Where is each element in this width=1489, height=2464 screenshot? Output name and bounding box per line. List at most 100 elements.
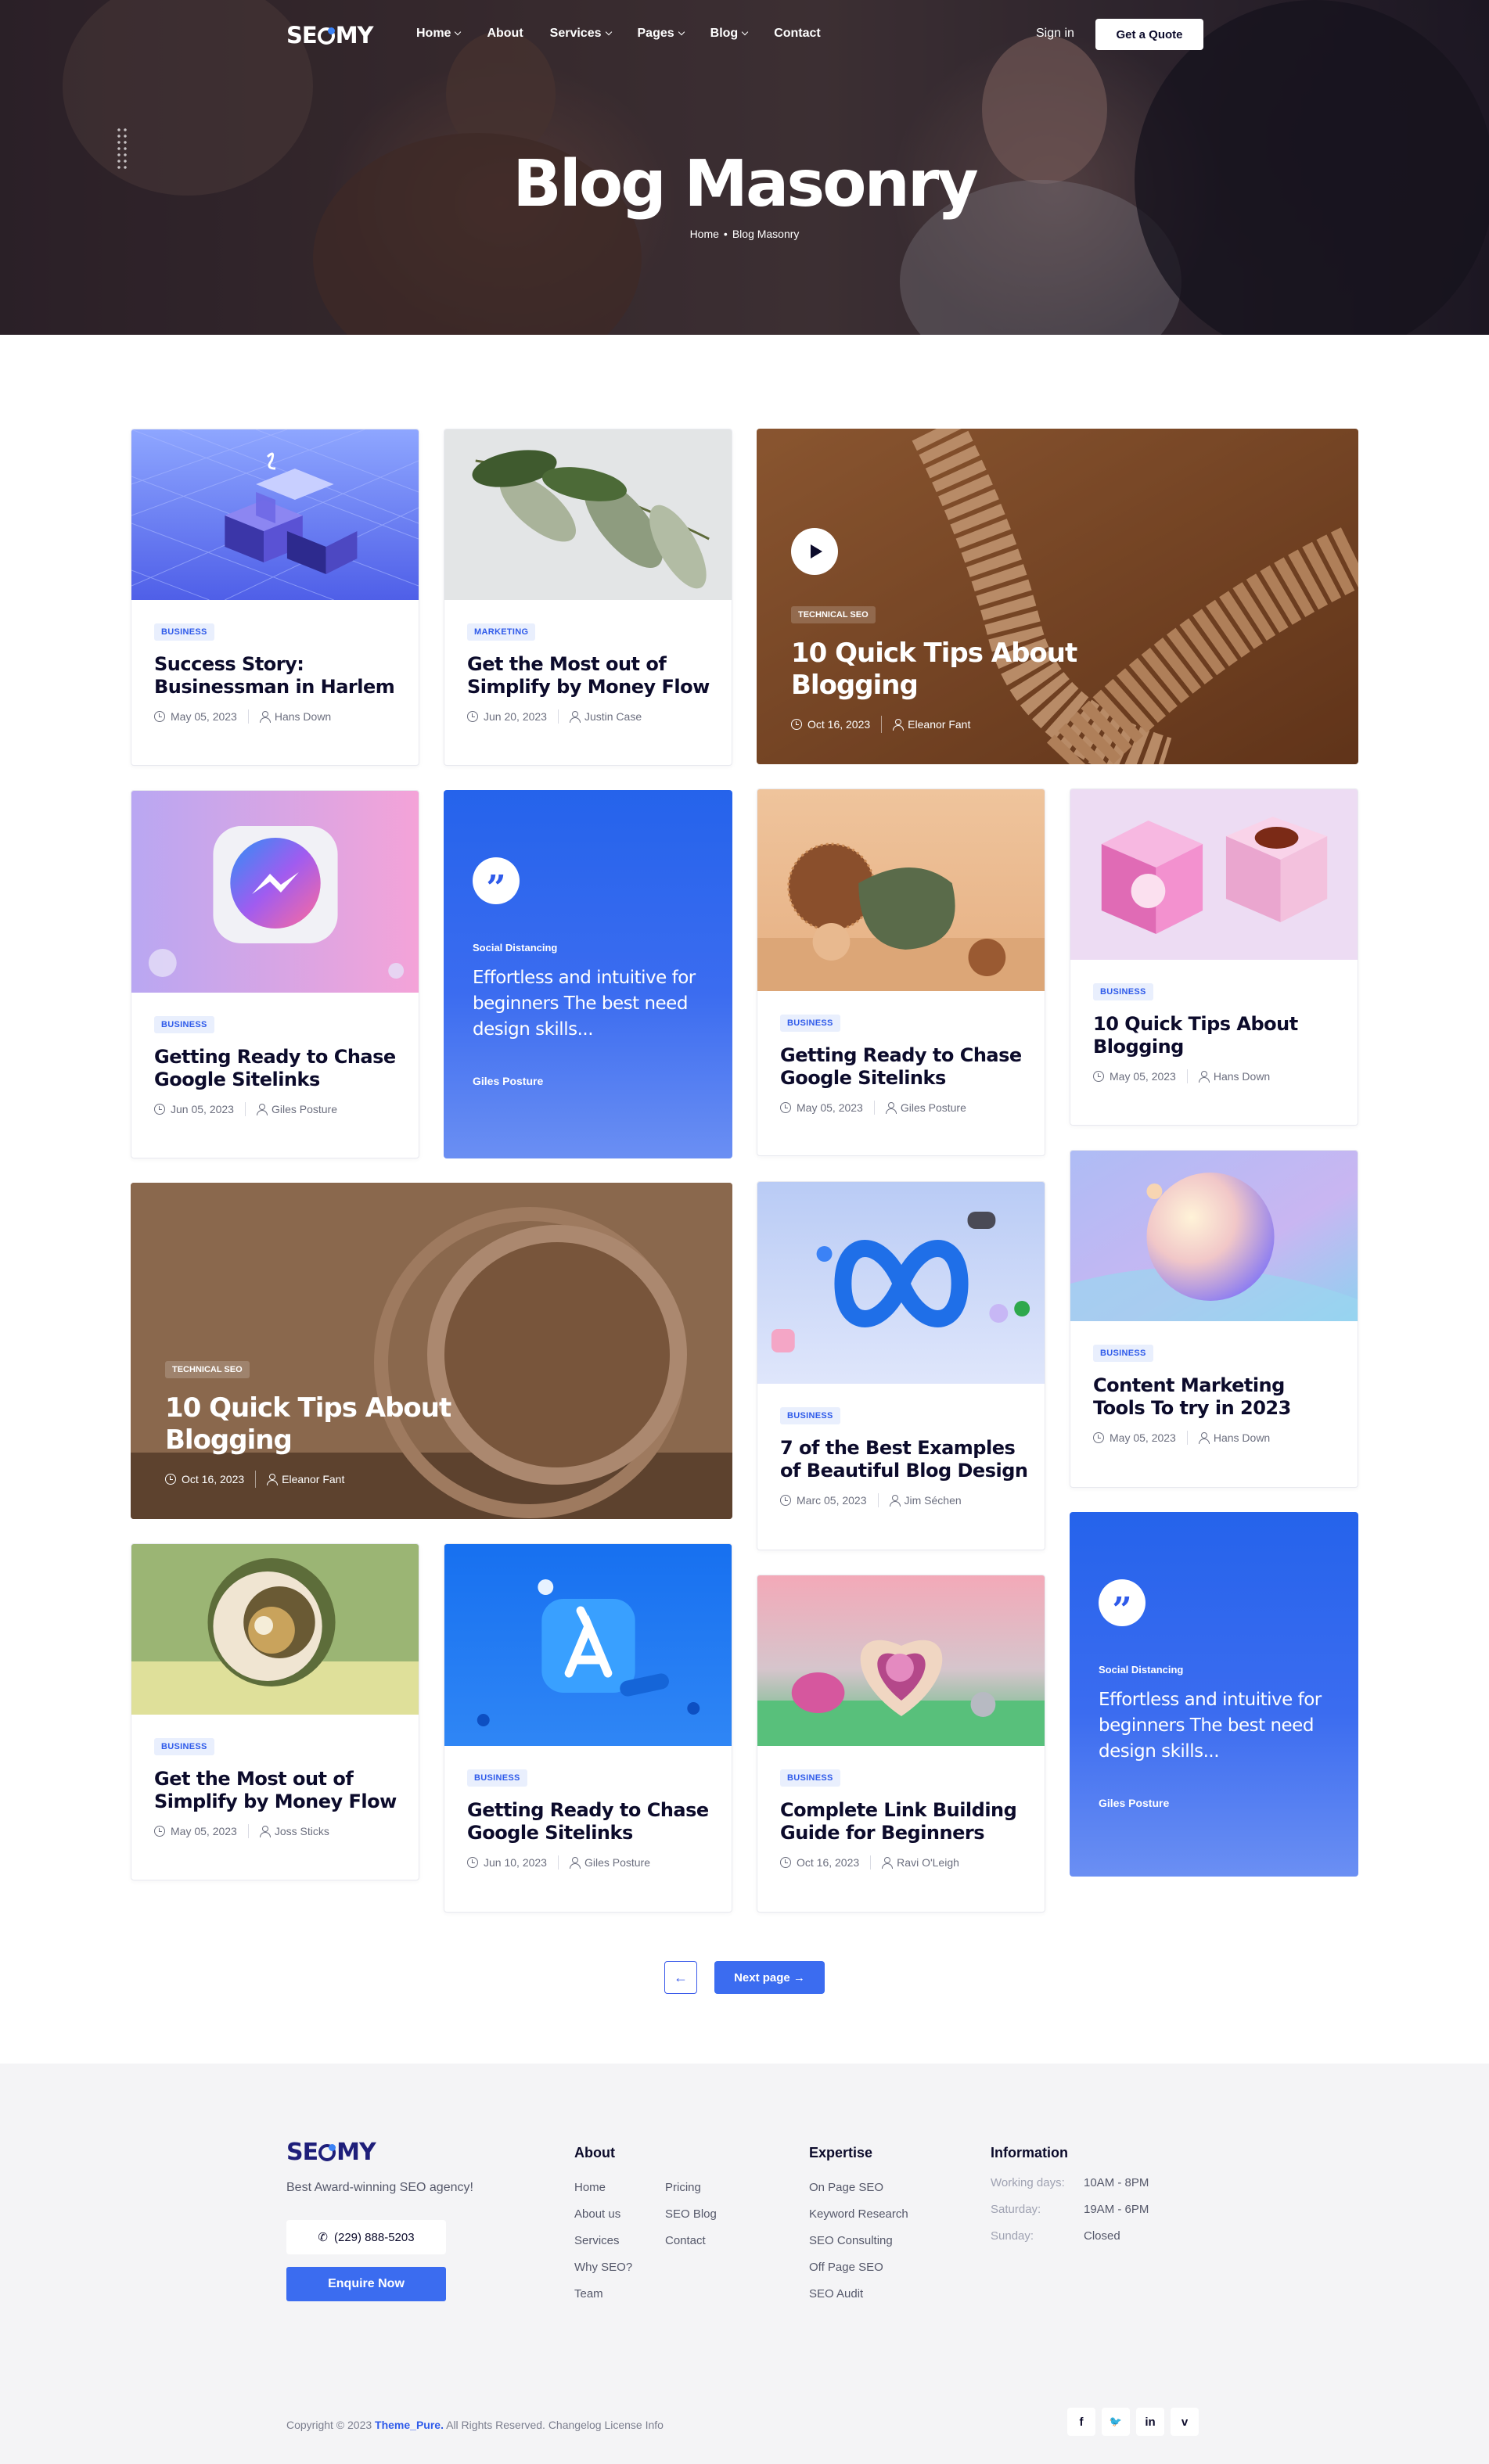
clock-icon	[154, 711, 165, 722]
post-author[interactable]: Justin Case	[584, 710, 642, 723]
footer-link-pricing[interactable]: Pricing	[665, 2181, 701, 2194]
breadcrumb-home[interactable]: Home	[690, 228, 719, 240]
category-tag[interactable]: BUSINESS	[1093, 983, 1153, 1000]
post-title[interactable]: 10 Quick Tips About Blogging	[165, 1392, 462, 1456]
nav-contact[interactable]: Contact	[774, 27, 821, 41]
blog-card[interactable]: BUSINESS Get the Most out of Simplify by…	[131, 1543, 419, 1880]
footer-link-team[interactable]: Team	[574, 2287, 603, 2301]
post-title[interactable]: Complete Link Building Guide for Beginne…	[780, 1799, 1029, 1844]
nav-pages[interactable]: Pages	[638, 27, 685, 41]
chevron-down-icon	[605, 28, 612, 36]
quote-card[interactable]: ” Social Distancing Effortless and intui…	[1070, 1512, 1358, 1877]
footer-link-seo-consulting[interactable]: SEO Consulting	[809, 2234, 893, 2247]
category-tag[interactable]: BUSINESS	[1093, 1345, 1153, 1362]
post-date: Jun 10, 2023	[484, 1856, 547, 1869]
blog-card[interactable]: BUSINESS 7 of the Best Examples of Beaut…	[757, 1181, 1045, 1550]
footer-link-off-page-seo[interactable]: Off Page SEO	[809, 2261, 883, 2274]
quote-text[interactable]: Effortless and intuitive for beginners T…	[1099, 1687, 1325, 1765]
breadcrumb-current: Blog Masonry	[732, 228, 800, 240]
previous-page-button[interactable]: ←	[664, 1961, 697, 1994]
blog-card[interactable]: BUSINESS Content Marketing Tools To try …	[1070, 1150, 1358, 1488]
post-title[interactable]: Content Marketing Tools To try in 2023	[1093, 1374, 1342, 1420]
footer-link-services[interactable]: Services	[574, 2234, 620, 2247]
vimeo-icon[interactable]: v	[1171, 2408, 1199, 2436]
user-icon	[889, 1495, 901, 1507]
post-author[interactable]: Ravi O'Leigh	[897, 1856, 959, 1869]
featured-video-post-card[interactable]: TECHNICAL SEO 10 Quick Tips About Bloggi…	[757, 429, 1358, 764]
footer-link-why-seo[interactable]: Why SEO?	[574, 2261, 632, 2274]
post-title[interactable]: Getting Ready to Chase Google Sitelinks	[780, 1044, 1029, 1090]
post-author[interactable]: Giles Posture	[584, 1856, 650, 1869]
blog-card[interactable]: BUSINESS 10 Quick Tips About Blogging Ma…	[1070, 788, 1358, 1126]
featured-post-card[interactable]: TECHNICAL SEO 10 Quick Tips About Bloggi…	[131, 1183, 732, 1519]
facebook-icon[interactable]: f	[1067, 2408, 1095, 2436]
blog-card[interactable]: BUSINESS Getting Ready to Chase Google S…	[131, 790, 419, 1158]
post-title[interactable]: Get the Most out of Simplify by Money Fl…	[154, 1768, 403, 1813]
sunday-label: Sunday:	[991, 2229, 1034, 2243]
footer-link-keyword-research[interactable]: Keyword Research	[809, 2207, 908, 2221]
post-author[interactable]: Hans Down	[275, 710, 331, 723]
category-tag[interactable]: BUSINESS	[154, 623, 214, 641]
post-title[interactable]: 10 Quick Tips About Blogging	[791, 638, 1088, 702]
site-footer: SE MY Best Award-winning SEO agency! ✆ (2…	[0, 2064, 1489, 2464]
footer-link-seo-audit[interactable]: SEO Audit	[809, 2287, 863, 2301]
post-title[interactable]: Getting Ready to Chase Google Sitelinks	[154, 1046, 403, 1091]
blog-card[interactable]: BUSINESS Getting Ready to Chase Google S…	[444, 1543, 732, 1913]
twitter-icon[interactable]: 🐦	[1102, 2408, 1130, 2436]
post-author[interactable]: Joss Sticks	[275, 1825, 329, 1837]
blog-card[interactable]: BUSINESS Complete Link Building Guide fo…	[757, 1575, 1045, 1913]
footer-link-on-page-seo[interactable]: On Page SEO	[809, 2181, 883, 2194]
quote-card[interactable]: ” Social Distancing Effortless and intui…	[444, 790, 732, 1158]
sign-in-link[interactable]: Sign in	[1036, 27, 1074, 41]
copyright-brand[interactable]: Theme_Pure.	[375, 2419, 444, 2431]
get-a-quote-button[interactable]: Get a Quote	[1095, 19, 1203, 50]
nav-blog[interactable]: Blog	[710, 27, 749, 41]
category-tag[interactable]: BUSINESS	[780, 1407, 840, 1424]
footer-logo[interactable]: SE MY	[286, 2139, 376, 2166]
blog-card[interactable]: MARKETING Get the Most out of Simplify b…	[444, 429, 732, 766]
category-tag[interactable]: TECHNICAL SEO	[165, 1361, 250, 1378]
user-icon	[256, 1104, 268, 1115]
post-title[interactable]: Getting Ready to Chase Google Sitelinks	[467, 1799, 716, 1844]
blog-card[interactable]: BUSINESS Success Story: Businessman in H…	[131, 429, 419, 766]
footer-link-home[interactable]: Home	[574, 2181, 606, 2194]
next-page-button[interactable]: Next page →	[714, 1961, 825, 1994]
post-title[interactable]: Success Story: Businessman in Harlem	[154, 653, 403, 699]
footer-link-contact[interactable]: Contact	[665, 2234, 706, 2247]
enquire-now-button[interactable]: Enquire Now	[286, 2267, 446, 2301]
user-icon	[259, 1826, 271, 1837]
footer-link-seo-blog[interactable]: SEO Blog	[665, 2207, 717, 2221]
nav-about[interactable]: About	[487, 27, 523, 41]
post-author[interactable]: Eleanor Fant	[908, 718, 970, 731]
post-author[interactable]: Giles Posture	[272, 1103, 337, 1115]
post-title[interactable]: Get the Most out of Simplify by Money Fl…	[467, 653, 716, 699]
linkedin-icon[interactable]: in	[1136, 2408, 1164, 2436]
quote-text[interactable]: Effortless and intuitive for beginners T…	[473, 965, 700, 1043]
category-tag[interactable]: BUSINESS	[467, 1769, 527, 1787]
category-tag[interactable]: BUSINESS	[154, 1738, 214, 1755]
category-tag[interactable]: BUSINESS	[780, 1769, 840, 1787]
clock-icon	[467, 1857, 478, 1868]
post-author[interactable]: Hans Down	[1214, 1070, 1270, 1083]
post-title[interactable]: 7 of the Best Examples of Beautiful Blog…	[780, 1437, 1029, 1482]
phone-button[interactable]: ✆ (229) 888-5203	[286, 2220, 446, 2254]
footer-link-about-us[interactable]: About us	[574, 2207, 620, 2221]
category-tag[interactable]: TECHNICAL SEO	[791, 606, 876, 623]
nav-services[interactable]: Services	[550, 27, 612, 41]
post-date: May 05, 2023	[171, 710, 237, 723]
card-body: BUSINESS 10 Quick Tips About Blogging Ma…	[1093, 983, 1342, 1083]
nav-home[interactable]: Home	[416, 27, 462, 41]
post-author[interactable]: Eleanor Fant	[282, 1473, 344, 1485]
play-video-button[interactable]	[791, 528, 838, 575]
post-date: Jun 05, 2023	[171, 1103, 234, 1115]
category-tag[interactable]: MARKETING	[467, 623, 536, 641]
site-logo[interactable]: SE MY	[286, 22, 374, 48]
category-tag[interactable]: BUSINESS	[780, 1015, 840, 1032]
post-title[interactable]: 10 Quick Tips About Blogging	[1093, 1013, 1342, 1058]
card-body: BUSINESS Getting Ready to Chase Google S…	[780, 1015, 1029, 1115]
category-tag[interactable]: BUSINESS	[154, 1016, 214, 1033]
blog-card[interactable]: BUSINESS Getting Ready to Chase Google S…	[757, 788, 1045, 1156]
post-author[interactable]: Giles Posture	[901, 1101, 966, 1114]
post-author[interactable]: Hans Down	[1214, 1431, 1270, 1444]
post-author[interactable]: Jim Séchen	[905, 1494, 962, 1507]
